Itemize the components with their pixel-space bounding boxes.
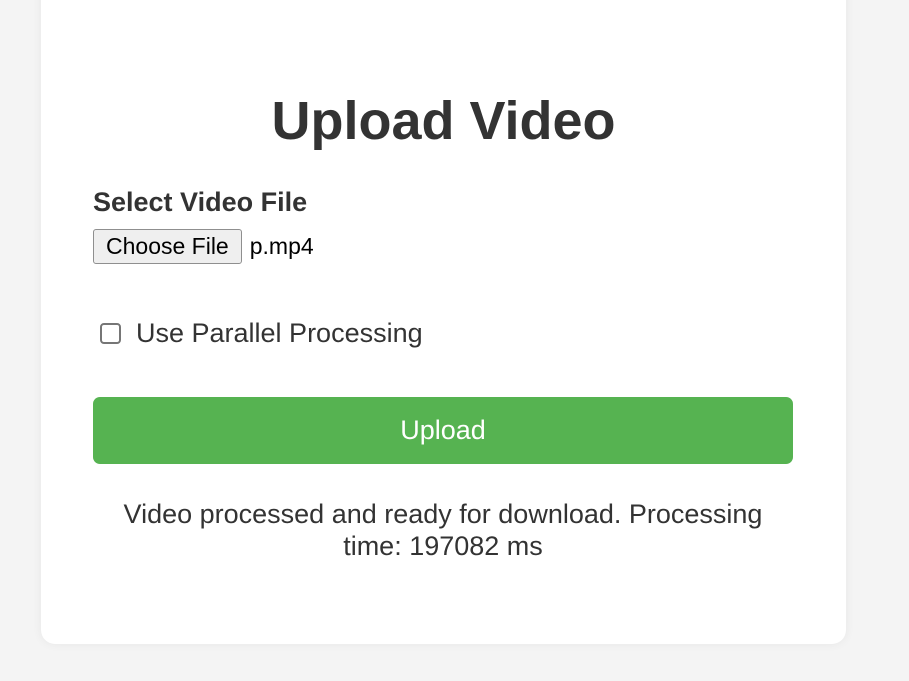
parallel-processing-label[interactable]: Use Parallel Processing bbox=[136, 318, 423, 349]
file-input[interactable]: Choose File p.mp4 bbox=[93, 229, 314, 264]
upload-button[interactable]: Upload bbox=[93, 397, 793, 464]
status-message: Video processed and ready for download. … bbox=[123, 499, 763, 561]
selected-file-name: p.mp4 bbox=[249, 233, 314, 259]
page-title: Upload Video bbox=[271, 91, 616, 151]
file-field-label: Select Video File bbox=[93, 187, 308, 217]
parallel-processing-checkbox[interactable] bbox=[100, 323, 121, 344]
parallel-processing-option[interactable]: Use Parallel Processing bbox=[100, 318, 423, 349]
choose-file-button[interactable]: Choose File bbox=[93, 229, 242, 264]
upload-card: Upload Video Select Video File Choose Fi… bbox=[41, 0, 846, 644]
